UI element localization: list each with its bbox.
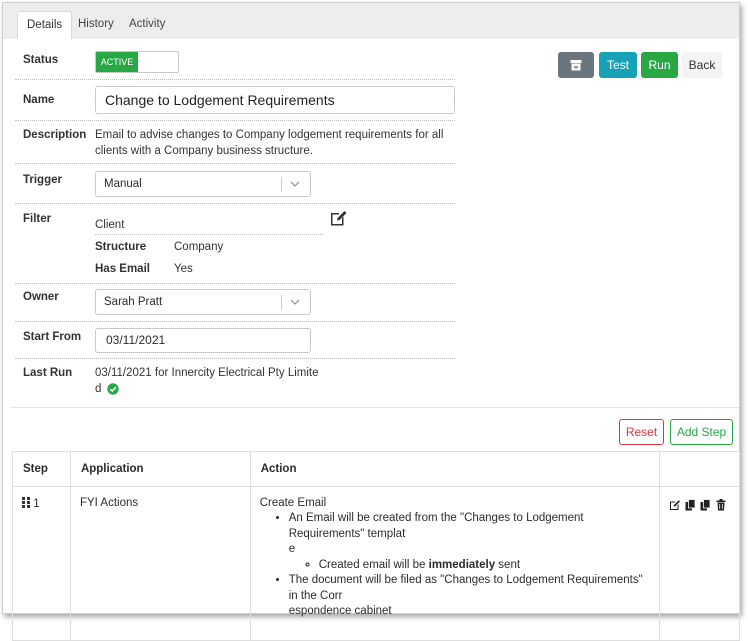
run-button[interactable]: Run (641, 52, 678, 78)
filter-structure-label: Structure (95, 241, 147, 253)
owner-value: Sarah Pratt (104, 296, 163, 308)
divider (15, 321, 455, 322)
row-actions-cell (658, 486, 741, 641)
filter-client: Client (95, 219, 125, 231)
divider (15, 120, 455, 121)
chevron-down-icon (290, 299, 300, 305)
start-from-label: Start From (23, 331, 82, 343)
table-row: 1 FYI Actions Create Email An Email will… (12, 486, 741, 641)
select-divider (281, 177, 282, 192)
owner-label: Owner (23, 291, 59, 303)
application-cell: FYI Actions (69, 486, 251, 641)
status-label: Status (23, 54, 59, 66)
action-title: Create Email (259, 497, 327, 509)
filter-has-email-label: Has Email (95, 263, 150, 275)
copy-icon[interactable] (685, 499, 696, 511)
divider (15, 79, 455, 80)
status-toggle[interactable]: ACTIVE (95, 51, 179, 73)
filter-structure-value: Company (174, 241, 224, 253)
table-header-row: Step Application Action (12, 451, 741, 487)
sub-bold: immediately (428, 558, 496, 571)
delete-icon[interactable] (716, 499, 726, 511)
description-line-1: Email to advise changes to Company lodge… (95, 129, 444, 141)
tab-details[interactable]: Details (17, 11, 73, 39)
section-divider (11, 407, 739, 408)
select-divider (281, 295, 282, 310)
last-run-label: Last Run (23, 367, 73, 379)
archive-button[interactable] (558, 52, 594, 78)
window: Details History Activity Status ACTIVE T… (2, 2, 741, 641)
column-header-row-actions (658, 451, 741, 487)
action-cell: Create Email An Email will be created fr… (249, 486, 660, 641)
back-button[interactable]: Back (682, 52, 722, 78)
divider (95, 234, 323, 235)
tab-bar: Details History Activity (3, 3, 739, 39)
description-label: Description (23, 129, 87, 141)
last-run-line-1: 03/11/2021 for Innercity Electrical Pty … (95, 367, 319, 379)
bullet-2-line-1: The document will be filed as "Changes t… (288, 574, 643, 602)
trigger-value: Manual (104, 178, 142, 190)
copy-icon[interactable] (700, 499, 711, 511)
sub-suffix: sent (495, 558, 521, 571)
step-cell: 1 (12, 486, 71, 641)
list-item: An Email will be created from the "Chang… (289, 511, 650, 573)
description-line-2: clients with a Company business structur… (95, 145, 313, 157)
last-run-line-2: d (95, 383, 102, 395)
name-label: Name (23, 94, 55, 106)
filter-label: Filter (23, 213, 52, 225)
bullet-1-line-2: e (288, 543, 296, 555)
bullet-1-line-1: An Email will be created from the "Chang… (288, 512, 584, 540)
tab-history[interactable]: History (69, 11, 123, 39)
sub-prefix: Created email will be (318, 558, 429, 571)
edit-icon[interactable] (329, 209, 348, 227)
bullet-2-line-2: espondence cabinet (288, 605, 392, 617)
start-from-input[interactable]: 03/11/2021 (95, 328, 311, 353)
trigger-label: Trigger (23, 174, 62, 186)
chevron-down-icon (290, 181, 300, 187)
column-header-step: Step (12, 451, 71, 487)
action-details-list: An Email will be created from the "Chang… (260, 511, 650, 620)
step-number: 1 (33, 498, 40, 510)
divider (15, 358, 455, 359)
reset-button[interactable]: Reset (619, 419, 664, 445)
name-input[interactable]: Change to Lodgement Requirements (95, 86, 455, 114)
list-item: The document will be filed as "Changes t… (289, 573, 650, 620)
sub-list: Created email will be immediately sent (289, 558, 650, 574)
divider (15, 283, 455, 284)
check-circle-icon (107, 383, 119, 395)
divider (15, 203, 455, 204)
column-header-application: Application (69, 451, 251, 487)
archive-icon (570, 60, 582, 71)
steps-table: Step Application Action 1 FYI Actions Cr… (12, 451, 741, 641)
column-header-action: Action (249, 451, 660, 487)
tab-activity[interactable]: Activity (120, 11, 174, 39)
owner-select[interactable]: Sarah Pratt (95, 289, 311, 315)
filter-has-email-value: Yes (174, 263, 193, 275)
edit-icon[interactable] (669, 499, 681, 511)
list-item: Created email will be immediately sent (319, 558, 650, 574)
add-step-button[interactable]: Add Step (670, 419, 733, 445)
status-toggle-text: ACTIVE (96, 52, 138, 72)
drag-handle-icon[interactable] (22, 497, 30, 508)
trigger-select[interactable]: Manual (95, 171, 311, 197)
test-button[interactable]: Test (599, 52, 637, 78)
divider (15, 163, 455, 164)
